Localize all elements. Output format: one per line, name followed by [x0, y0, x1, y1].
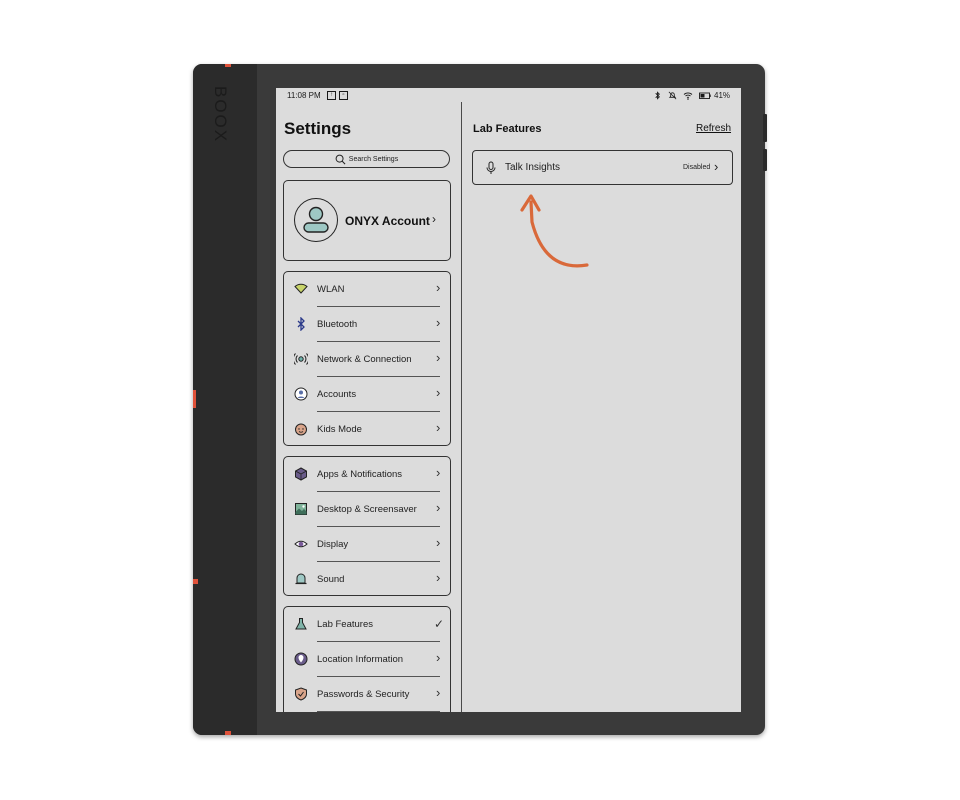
wifi-icon [683, 91, 693, 100]
sidebar-item-label: Kids Mode [317, 424, 362, 435]
sidebar-item-label: WLAN [317, 284, 345, 295]
sidebar-item-location[interactable]: Location Information › [284, 642, 450, 677]
sidebar-item-lab-features[interactable]: Lab Features ✓ [284, 607, 450, 642]
settings-group-device: Apps & Notifications › Desktop & Screens… [283, 456, 451, 596]
sidebar-item-kids-mode[interactable]: Kids Mode › [284, 412, 450, 447]
feature-label: Talk Insights [505, 162, 561, 173]
upload-icon: ↑ [327, 91, 336, 100]
status-time: 11:08 PM [287, 91, 321, 100]
page-title: Settings [284, 119, 352, 138]
annotation-arrow-icon [520, 194, 589, 268]
desktop-icon [295, 503, 307, 515]
search-input[interactable]: Search Settings [283, 150, 450, 168]
sidebar-item-label: Sound [317, 574, 345, 585]
search-icon [335, 154, 346, 164]
apps-icon [295, 467, 307, 481]
sidebar-item-passwords-security[interactable]: Passwords & Security › [284, 677, 450, 712]
sidebar-item-label: Lab Features [317, 619, 373, 630]
chevron-right-icon: › [436, 420, 441, 435]
screenshot-icon: ▫ [339, 91, 348, 100]
avatar-icon [294, 198, 338, 242]
kids-icon [295, 423, 307, 436]
chevron-right-icon: › [436, 535, 441, 550]
chevron-right-icon: › [436, 500, 441, 515]
checkmark-icon: ✓ [434, 617, 445, 631]
sidebar-item-label: Desktop & Screensaver [317, 504, 417, 515]
sidebar-item-label: Bluetooth [317, 319, 358, 330]
device-accent-top [225, 64, 231, 67]
chevron-right-icon: › [436, 280, 441, 295]
device-accent-mid [193, 579, 198, 584]
side-button-upper[interactable] [763, 114, 767, 142]
account-label: ONYX Account [345, 214, 430, 228]
microphone-icon [486, 161, 496, 174]
sidebar-item-label: Network & Connection [317, 354, 412, 365]
sidebar-item-wlan[interactable]: WLAN › [284, 272, 450, 307]
sidebar-item-label: Apps & Notifications [317, 469, 403, 480]
settings-group-advanced: Lab Features ✓ Location Information › Pa… [283, 606, 451, 712]
search-placeholder: Search Settings [348, 155, 399, 163]
sidebar-item-label: Location Information [317, 654, 404, 665]
chevron-right-icon: › [436, 650, 441, 665]
no-sound-icon [668, 91, 677, 100]
chevron-right-icon: › [436, 685, 441, 700]
sidebar-item-label: Passwords & Security [317, 689, 410, 700]
sidebar-item-label: Display [317, 539, 349, 550]
sidebar-item-label: Accounts [317, 389, 357, 400]
sidebar-item-display[interactable]: Display › [284, 527, 450, 562]
battery-percent: 41% [714, 91, 731, 100]
feature-status: Disabled [683, 164, 711, 171]
settings-group-connectivity: WLAN › Bluetooth › Network & Connection … [283, 271, 451, 446]
divider [317, 711, 440, 712]
battery-icon [699, 91, 711, 100]
sidebar-item-bluetooth[interactable]: Bluetooth › [284, 307, 450, 342]
device-accent-side [193, 390, 196, 408]
brand-logo: BOOX [211, 86, 230, 144]
chevron-right-icon: › [714, 159, 719, 174]
bluetooth-icon [653, 91, 662, 100]
bell-icon [295, 573, 307, 585]
wifi-icon [294, 283, 308, 294]
section-title: Lab Features [473, 123, 542, 135]
sidebar-item-network[interactable]: Network & Connection › [284, 342, 450, 377]
device-accent-bottom [225, 731, 231, 735]
refresh-link[interactable]: Refresh [696, 123, 731, 134]
panel-divider [461, 102, 462, 712]
onyx-account-card[interactable]: ONYX Account › [283, 180, 451, 261]
chevron-right-icon: › [436, 315, 441, 330]
bluetooth-icon [297, 317, 305, 331]
device-spine [193, 64, 257, 735]
eye-icon [294, 540, 308, 548]
chevron-right-icon: › [436, 465, 441, 480]
chevron-right-icon: › [436, 385, 441, 400]
chevron-right-icon: › [432, 212, 436, 226]
shield-icon [295, 687, 307, 701]
sidebar-item-apps[interactable]: Apps & Notifications › [284, 457, 450, 492]
accounts-icon [294, 387, 308, 401]
chevron-right-icon: › [436, 570, 441, 585]
sidebar-item-sound[interactable]: Sound › [284, 562, 450, 597]
flask-icon [295, 618, 307, 630]
status-bar: 11:08 PM ↑ ▫ 41% [276, 88, 741, 106]
chevron-right-icon: › [436, 350, 441, 365]
network-icon [294, 353, 308, 365]
sidebar-item-accounts[interactable]: Accounts › [284, 377, 450, 412]
sidebar-item-desktop[interactable]: Desktop & Screensaver › [284, 492, 450, 527]
location-icon [294, 652, 308, 666]
side-button-lower[interactable] [763, 149, 767, 171]
